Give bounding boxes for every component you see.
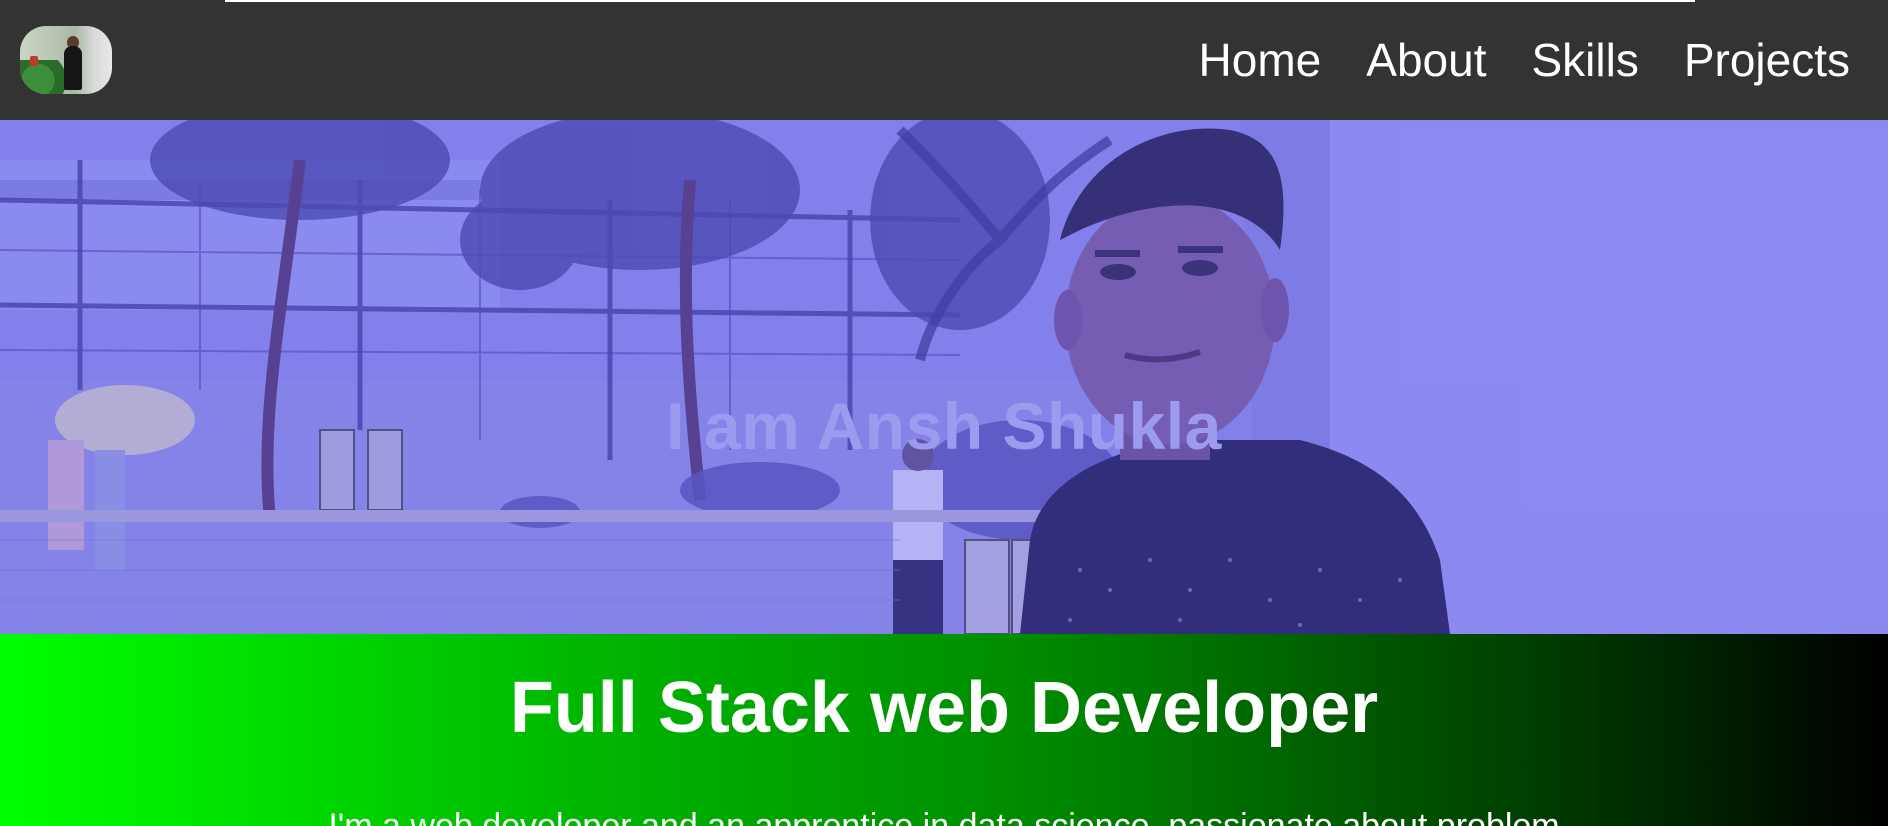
logo-person-body (64, 46, 82, 90)
nav-link-projects[interactable]: Projects (1684, 32, 1850, 88)
nav-link-about[interactable]: About (1366, 32, 1486, 88)
hero-section: I am Ansh Shukla (0, 120, 1888, 634)
profile-logo[interactable] (20, 26, 112, 94)
navbar: Home About Skills Projects (0, 0, 1888, 120)
intro-title: Full Stack web Developer (509, 668, 1379, 748)
logo-flower (30, 56, 38, 66)
intro-text: I'm a web developer and an apprentice in… (328, 807, 1560, 826)
navbar-top-border (225, 0, 1695, 2)
hero-color-overlay (0, 120, 1888, 634)
hero-title: I am Ansh Shukla (666, 389, 1222, 463)
nav-link-skills[interactable]: Skills (1531, 32, 1638, 88)
intro-section: Full Stack web Developer I'm a web devel… (0, 634, 1888, 826)
nav-link-home[interactable]: Home (1199, 32, 1322, 88)
nav-links: Home About Skills Projects (1199, 32, 1850, 88)
